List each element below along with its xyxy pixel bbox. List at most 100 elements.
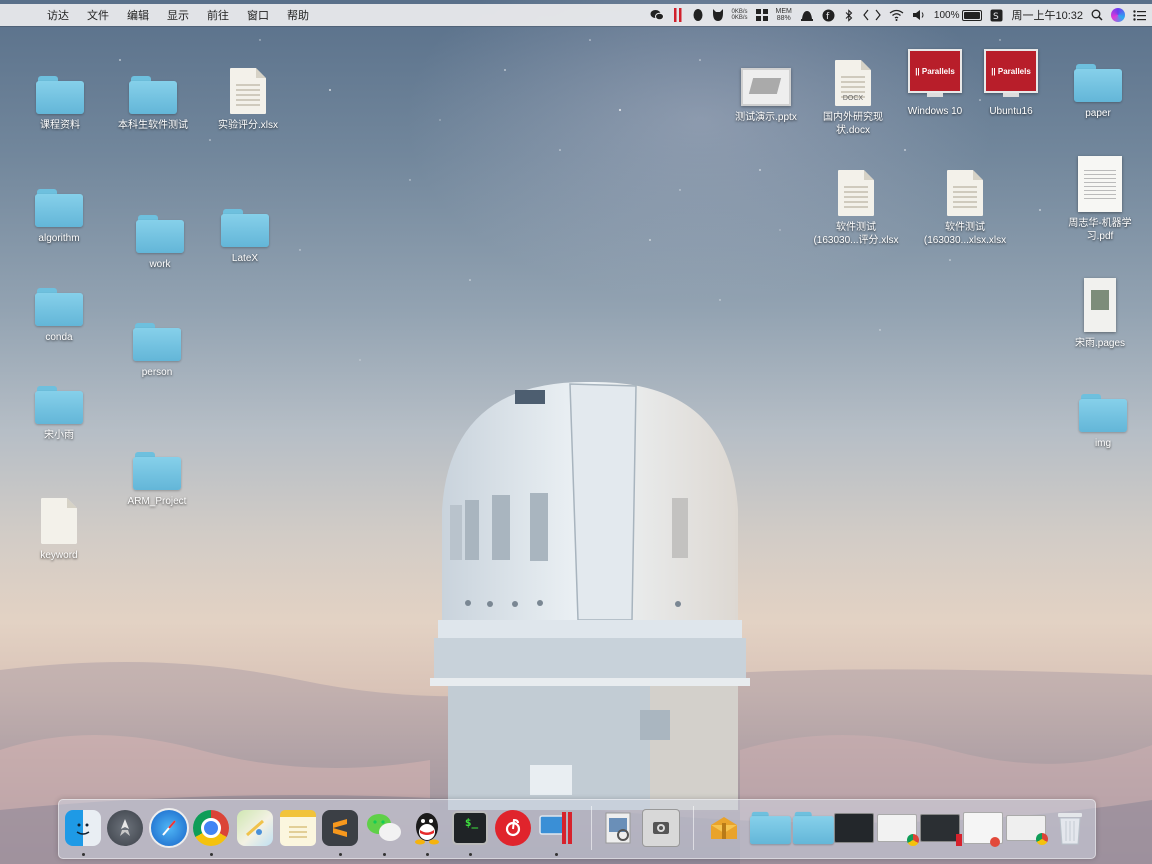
desktop-item-label: 宋小雨 — [44, 430, 74, 441]
file-experiment-scores[interactable]: 实验评分.xlsx — [203, 60, 293, 132]
spotlight-search-icon[interactable] — [1091, 9, 1103, 21]
file-software-testing-scores[interactable]: 软件测试 (163030...评分.xlsx — [811, 162, 901, 247]
code-status-icon[interactable] — [863, 9, 881, 21]
dock-item-preview[interactable] — [598, 808, 638, 848]
menu-bar: 访达 文件 编辑 显示 前往 窗口 帮助 0KB/s 0KB/s MEM 88% — [0, 4, 1152, 26]
network-speed-readout[interactable]: 0KB/s 0KB/s — [732, 9, 748, 21]
desktop-item-label: paper — [1085, 108, 1111, 119]
vm-ubuntu16[interactable]: || Parallels Ubuntu16 — [966, 46, 1056, 118]
dock-item-maps[interactable] — [235, 808, 275, 848]
dock-item-sublime-text[interactable] — [320, 808, 360, 848]
grid-status-icon[interactable] — [755, 9, 768, 21]
desktop-item-label: Windows 10 — [907, 106, 963, 117]
dock-item-screenshot[interactable] — [641, 808, 681, 848]
desktop-item-label: 软件测试 (163030...评分.xlsx — [813, 222, 899, 246]
folder-img[interactable]: img — [1058, 378, 1148, 450]
running-indicator — [82, 853, 85, 856]
siri-icon[interactable] — [1111, 8, 1125, 22]
dock-item-parallels-window[interactable] — [920, 808, 962, 848]
terminal-window-icon — [834, 813, 874, 843]
dock-item-terminal[interactable]: $_ — [450, 808, 490, 848]
folder-icon — [36, 76, 84, 114]
menu-finder[interactable]: 访达 — [38, 7, 78, 23]
dock-item-launchpad[interactable] — [105, 808, 145, 848]
menu-file[interactable]: 文件 — [78, 7, 118, 23]
menu-edit[interactable]: 编辑 — [118, 7, 158, 23]
safari-icon — [149, 808, 189, 848]
parallels-icon — [538, 810, 574, 846]
dock-item-archive-utility[interactable] — [704, 808, 744, 848]
dock-item-netease-music[interactable] — [493, 808, 533, 848]
spreadsheet-file-icon — [230, 68, 266, 114]
folder-course-materials[interactable]: 课程资料 — [15, 60, 105, 132]
file-keyword[interactable]: keyword — [14, 490, 104, 562]
dock-item-terminal-window[interactable] — [834, 808, 874, 848]
dock-item-wechat[interactable] — [364, 808, 404, 848]
screen-share-icon[interactable]: S — [990, 9, 1003, 22]
running-indicator — [426, 853, 429, 856]
desktop-item-label: work — [149, 259, 171, 270]
parallels-status-icon[interactable] — [672, 8, 684, 22]
dock-item-trash[interactable] — [1050, 808, 1090, 848]
desktop-item-label: 周志华-机器学 习.pdf — [1068, 218, 1132, 242]
menu-view[interactable]: 显示 — [158, 7, 198, 23]
qq-status-icon[interactable] — [692, 8, 704, 22]
clock[interactable]: 周一上午10:32 — [1011, 7, 1083, 23]
document-window-icon — [963, 812, 1003, 847]
folder-song-xiaoyu[interactable]: 宋小雨 — [14, 370, 104, 442]
bluetooth-icon[interactable] — [843, 8, 855, 22]
folder-undergrad-software-testing[interactable]: 本科生软件测试 — [108, 60, 198, 132]
battery-percent: 100% — [933, 9, 960, 21]
folder-icon — [35, 288, 83, 326]
script-status-icon[interactable]: f — [822, 9, 835, 22]
dock-item-safari[interactable] — [149, 808, 189, 848]
folder-icon — [129, 76, 177, 114]
file-song-yu-pages[interactable]: 宋雨.pages — [1055, 278, 1145, 350]
folder-conda[interactable]: conda — [14, 272, 104, 344]
file-research-status-docx[interactable]: DOCX 国内外研究现 状.docx — [808, 52, 898, 137]
wifi-icon[interactable] — [889, 9, 904, 21]
status-area: 0KB/s 0KB/s MEM 88% f 100% S 周一上午10:32 — [650, 4, 1146, 26]
folder-icon — [1074, 64, 1122, 102]
word-document-icon: DOCX — [835, 60, 871, 106]
folder-icon — [133, 452, 181, 490]
desktop-item-label: img — [1094, 438, 1112, 449]
file-test-demo-pptx[interactable]: 测试演示.pptx — [721, 52, 811, 124]
menu-window[interactable]: 窗口 — [238, 7, 278, 23]
folder-person[interactable]: person — [112, 307, 202, 379]
dock-item-documents-stack[interactable] — [790, 808, 834, 848]
desktop-item-label: ARM_Project — [127, 496, 187, 507]
dock-item-finder[interactable] — [63, 808, 103, 848]
trash-icon — [1052, 810, 1088, 846]
battery-indicator[interactable]: 100% — [933, 9, 983, 21]
launchpad-icon — [107, 810, 143, 846]
memory-readout[interactable]: MEM 88% — [776, 8, 792, 22]
folder-icon — [35, 386, 83, 424]
dock-item-qq[interactable] — [407, 808, 447, 848]
wechat-status-icon[interactable] — [650, 9, 664, 21]
finder-icon — [65, 810, 101, 846]
folder-paper[interactable]: paper — [1053, 48, 1143, 120]
dock-item-parallels[interactable] — [536, 808, 576, 848]
menu-help[interactable]: 帮助 — [278, 7, 318, 23]
folder-algorithm[interactable]: algorithm — [14, 173, 104, 245]
dock-item-chrome-window[interactable] — [877, 808, 919, 848]
dock-item-document-window[interactable] — [963, 808, 1003, 848]
folder-arm-project[interactable]: ARM_Project — [112, 436, 202, 508]
file-software-testing-xlsx[interactable]: 软件测试 (163030...xlsx.xlsx — [920, 162, 1010, 247]
notification-center-icon[interactable] — [1133, 9, 1146, 21]
cat-status-icon[interactable] — [712, 8, 724, 22]
volume-icon[interactable] — [912, 9, 926, 21]
folder-latex[interactable]: LateX — [200, 193, 290, 265]
file-type-tag: DOCX — [842, 95, 864, 102]
dock-item-chrome-window-2[interactable] — [1006, 808, 1048, 848]
dock-item-applications-stack[interactable] — [747, 808, 791, 848]
dock-item-notes[interactable] — [278, 808, 318, 848]
bell-status-icon[interactable] — [800, 9, 814, 22]
menu-go[interactable]: 前往 — [198, 7, 238, 23]
memory-value: 88% — [776, 15, 791, 22]
desktop-item-label: 国内外研究现 状.docx — [823, 112, 883, 136]
dock-item-chrome[interactable] — [191, 808, 231, 848]
file-machine-learning-pdf[interactable]: 周志华-机器学 习.pdf — [1055, 156, 1145, 243]
folder-work[interactable]: work — [115, 199, 205, 271]
